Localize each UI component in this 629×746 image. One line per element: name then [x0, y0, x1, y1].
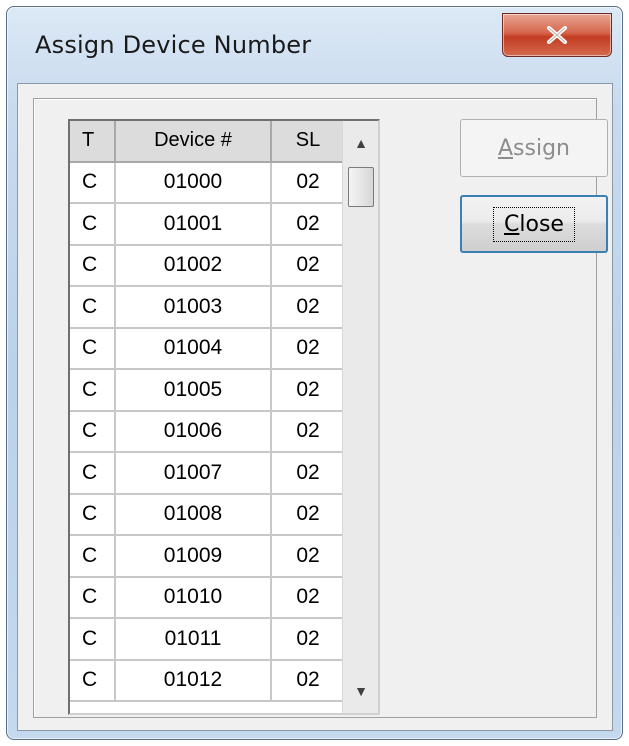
table-row[interactable]: C 01011 02 [70, 619, 346, 661]
cell-type[interactable]: C [70, 328, 116, 370]
table-row[interactable]: C 01003 02 [70, 287, 346, 329]
dialog-title: Assign Device Number [35, 31, 312, 59]
cell-type[interactable]: C [70, 370, 116, 412]
scroll-down-arrow-icon: ▼ [354, 683, 368, 699]
scroll-up-button[interactable]: ▲ [343, 121, 378, 165]
cell-device-number[interactable]: 01010 [116, 577, 272, 619]
scroll-down-button[interactable]: ▼ [343, 669, 378, 713]
close-button[interactable]: Close [460, 195, 608, 253]
table-row[interactable]: C 01004 02 [70, 328, 346, 370]
cell-device-number[interactable]: 01009 [116, 536, 272, 578]
cell-sl[interactable]: 02 [272, 204, 346, 246]
assign-button[interactable]: Assign [460, 119, 608, 177]
table-row[interactable]: C 01002 02 [70, 245, 346, 287]
cell-device-number[interactable]: 01012 [116, 660, 272, 702]
title-bar[interactable]: Assign Device Number [7, 7, 622, 85]
cell-type[interactable]: C [70, 536, 116, 578]
grid-vertical-scrollbar[interactable]: ▲ ▼ [342, 121, 378, 713]
column-header-t[interactable]: T [70, 121, 116, 163]
device-grid[interactable]: T Device # SL C 01000 02 C 01001 02 C 01002 02 C 0… [68, 119, 380, 715]
cell-sl[interactable]: 02 [272, 577, 346, 619]
cell-sl[interactable]: 02 [272, 287, 346, 329]
table-row[interactable]: C 01012 02 [70, 660, 346, 702]
cell-sl[interactable]: 02 [272, 619, 346, 661]
cell-type[interactable]: C [70, 162, 116, 204]
table-row[interactable]: C 01007 02 [70, 453, 346, 495]
scrollbar-thumb[interactable] [348, 167, 374, 207]
cell-type[interactable]: C [70, 453, 116, 495]
table-row[interactable]: C 01005 02 [70, 370, 346, 412]
table-row[interactable]: C 01010 02 [70, 577, 346, 619]
cell-sl[interactable]: 02 [272, 328, 346, 370]
table-row[interactable]: C 01006 02 [70, 411, 346, 453]
cell-type[interactable]: C [70, 577, 116, 619]
cell-type[interactable]: C [70, 494, 116, 536]
table-row[interactable]: C 01009 02 [70, 536, 346, 578]
cell-sl[interactable]: 02 [272, 660, 346, 702]
column-header-sl[interactable]: SL [272, 121, 346, 163]
cell-sl[interactable]: 02 [272, 245, 346, 287]
cell-device-number[interactable]: 01000 [116, 162, 272, 204]
cell-device-number[interactable]: 01005 [116, 370, 272, 412]
cell-device-number[interactable]: 01002 [116, 245, 272, 287]
cell-device-number[interactable]: 01004 [116, 328, 272, 370]
cell-device-number[interactable]: 01001 [116, 204, 272, 246]
cell-device-number[interactable]: 01006 [116, 411, 272, 453]
cell-type[interactable]: C [70, 660, 116, 702]
cell-type[interactable]: C [70, 287, 116, 329]
grid-header-row: T Device # SL [70, 121, 346, 163]
cell-sl[interactable]: 02 [272, 536, 346, 578]
cell-type[interactable]: C [70, 245, 116, 287]
close-button-label: Close [493, 206, 575, 242]
cell-device-number[interactable]: 01003 [116, 287, 272, 329]
cell-device-number[interactable]: 01007 [116, 453, 272, 495]
scroll-up-arrow-icon: ▲ [354, 135, 368, 151]
table-row[interactable]: C 01000 02 [70, 162, 346, 204]
window-close-button[interactable] [502, 13, 612, 57]
device-grid-body: T Device # SL C 01000 02 C 01001 02 C 01002 02 C 0… [70, 121, 346, 702]
content-group-box: T Device # SL C 01000 02 C 01001 02 C 01002 02 C 0… [33, 98, 608, 718]
cell-type[interactable]: C [70, 619, 116, 661]
cell-type[interactable]: C [70, 204, 116, 246]
cell-sl[interactable]: 02 [272, 411, 346, 453]
cell-device-number[interactable]: 01011 [116, 619, 272, 661]
table-row[interactable]: C 01008 02 [70, 494, 346, 536]
cell-sl[interactable]: 02 [272, 453, 346, 495]
cell-device-number[interactable]: 01008 [116, 494, 272, 536]
cell-sl[interactable]: 02 [272, 162, 346, 204]
cell-type[interactable]: C [70, 411, 116, 453]
cell-sl[interactable]: 02 [272, 370, 346, 412]
dialog-window: Assign Device Number T Device # SL C 0100… [6, 6, 623, 740]
table-row[interactable]: C 01001 02 [70, 204, 346, 246]
cell-sl[interactable]: 02 [272, 494, 346, 536]
close-x-icon [547, 26, 567, 44]
column-header-device-number[interactable]: Device # [116, 121, 272, 163]
assign-button-label: Assign [497, 135, 570, 161]
dialog-client-area: T Device # SL C 01000 02 C 01001 02 C 01002 02 C 0… [17, 83, 613, 731]
